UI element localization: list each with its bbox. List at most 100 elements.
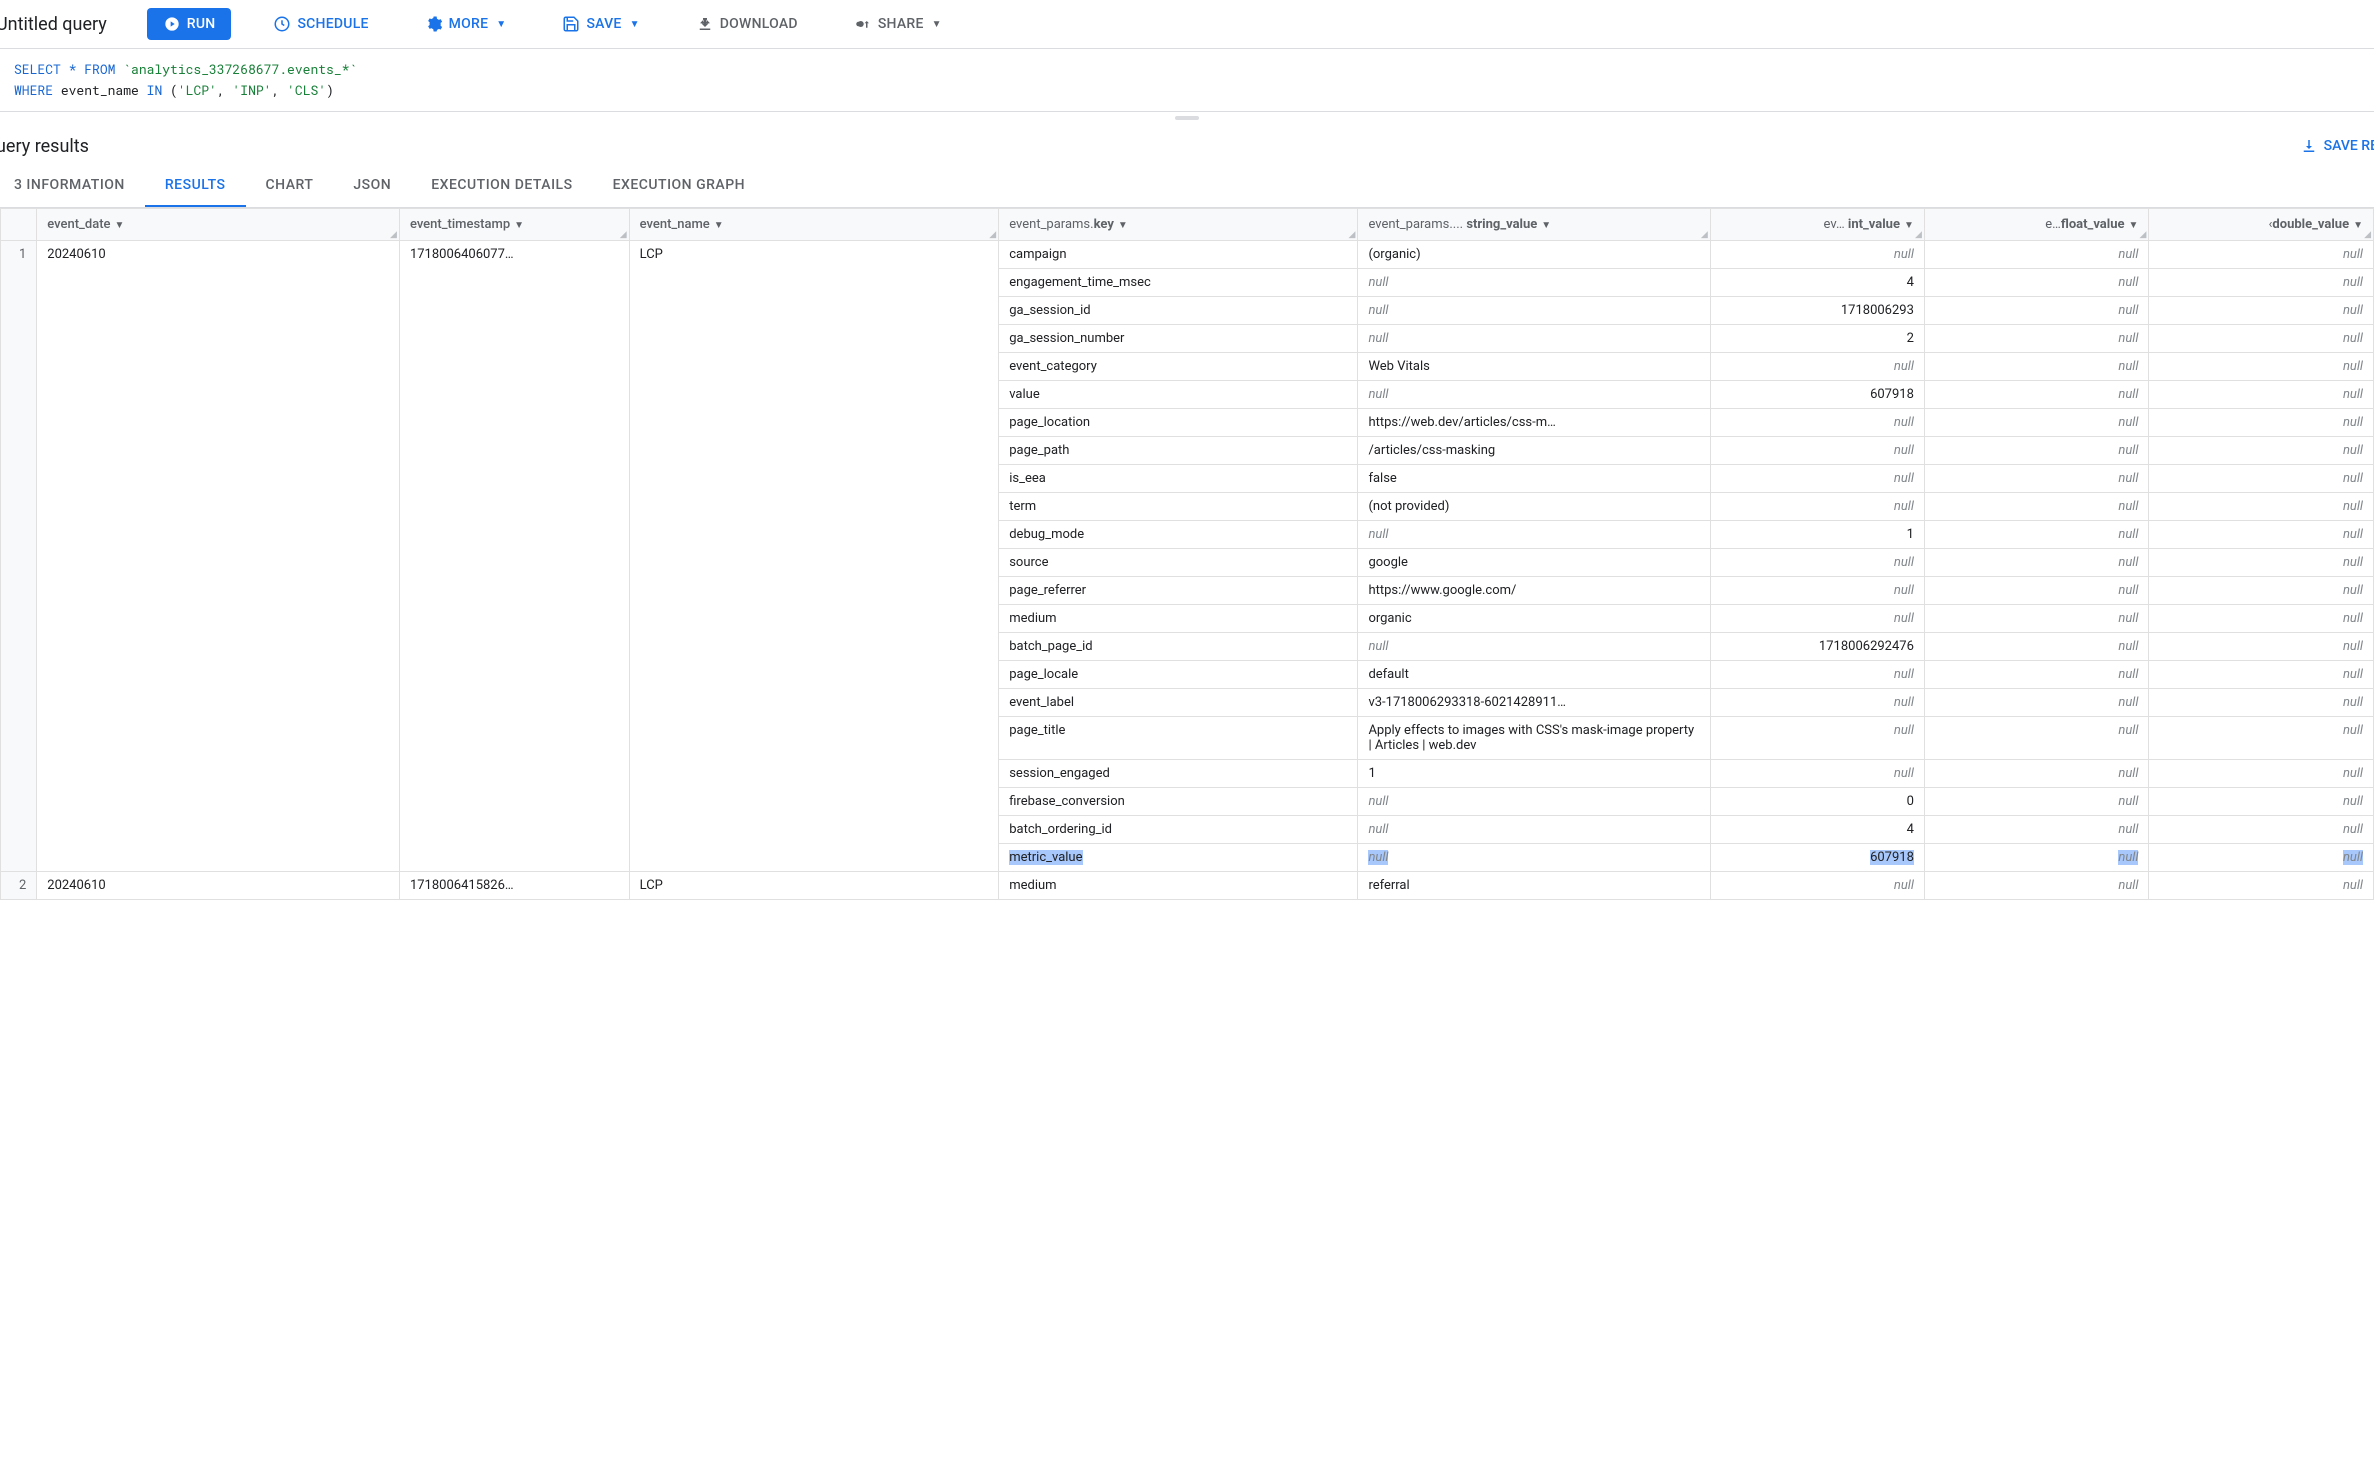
cell-float-value: null (1924, 632, 2149, 660)
cell-param-key: page_location (999, 408, 1358, 436)
cell-param-key: page_title (999, 716, 1358, 759)
tab-results[interactable]: RESULTS (145, 165, 246, 207)
save-button[interactable]: SAVE ▼ (548, 9, 653, 39)
cell-int-value: null (1710, 436, 1924, 464)
cell-float-value: null (1924, 716, 2149, 759)
cell-float-value: null (1924, 268, 2149, 296)
cell-float-value: null (1924, 240, 2149, 268)
cell-int-value: null (1710, 688, 1924, 716)
cell-double-value: null (2149, 464, 2374, 492)
cell-float-value: null (1924, 576, 2149, 604)
table-row[interactable]: 1202406101718006406077…LCPcampaign(organ… (1, 240, 2374, 268)
schedule-button[interactable]: SCHEDULE (259, 9, 382, 39)
cell-float-value: null (1924, 492, 2149, 520)
cell-string-value: referral (1358, 871, 1710, 899)
chevron-down-icon[interactable]: ▼ (1541, 220, 1551, 231)
cell-float-value: null (1924, 660, 2149, 688)
cell-param-key: ga_session_number (999, 324, 1358, 352)
cell-int-value: 4 (1710, 268, 1924, 296)
run-button[interactable]: RUN (147, 8, 232, 40)
tab-json[interactable]: JSON (333, 165, 411, 207)
chevron-down-icon[interactable]: ▼ (115, 220, 125, 231)
cell-string-value: v3-1718006293318-6021428911… (1358, 688, 1710, 716)
download-button[interactable]: DOWNLOAD (682, 9, 812, 39)
toolbar: Untitled query RUN SCHEDULE MORE ▼ SAVE … (0, 0, 2374, 49)
cell-float-value: null (1924, 352, 2149, 380)
cell-string-value: null (1358, 324, 1710, 352)
cell-param-key: batch_ordering_id (999, 815, 1358, 843)
cell-string-value: google (1358, 548, 1710, 576)
table-header-row: event_date▼◢ event_timestamp▼◢ event_nam… (1, 208, 2374, 240)
col-int-value[interactable]: ev… int_value▼◢ (1710, 208, 1924, 240)
tabs: 3 INFORMATIONRESULTSCHARTJSONEXECUTION D… (0, 165, 2374, 208)
cell-string-value: false (1358, 464, 1710, 492)
col-event-timestamp[interactable]: event_timestamp▼◢ (399, 208, 629, 240)
cell-param-key: metric_value (999, 843, 1358, 871)
cell-double-value: null (2149, 815, 2374, 843)
download-icon (2300, 137, 2318, 155)
col-event-name[interactable]: event_name▼◢ (629, 208, 999, 240)
clock-icon (273, 15, 291, 33)
chevron-down-icon[interactable]: ▼ (2353, 220, 2363, 231)
cell-event-timestamp: 1718006415826… (399, 871, 629, 899)
cell-float-value: null (1924, 324, 2149, 352)
cell-event-name: LCP (629, 871, 999, 899)
cell-event-name: LCP (629, 240, 999, 871)
cell-float-value: null (1924, 815, 2149, 843)
chevron-down-icon: ▼ (496, 19, 506, 30)
cell-string-value: (organic) (1358, 240, 1710, 268)
cell-event-date: 20240610 (37, 240, 400, 871)
chevron-down-icon[interactable]: ▼ (1118, 220, 1128, 231)
cell-string-value: null (1358, 268, 1710, 296)
chevron-down-icon[interactable]: ▼ (1904, 220, 1914, 231)
sql-editor[interactable]: SELECT * FROM `analytics_337268677.event… (0, 49, 2374, 112)
cell-float-value: null (1924, 604, 2149, 632)
cell-string-value: Apply effects to images with CSS's mask-… (1358, 716, 1710, 759)
chevron-down-icon[interactable]: ▼ (2129, 220, 2139, 231)
share-button[interactable]: SHARE ▼ (840, 9, 956, 39)
col-event-params-string[interactable]: event_params.... string_value▼◢ (1358, 208, 1710, 240)
cell-double-value: null (2149, 759, 2374, 787)
cell-param-key: debug_mode (999, 520, 1358, 548)
cell-param-key: page_referrer (999, 576, 1358, 604)
cell-int-value: 1 (1710, 520, 1924, 548)
col-row-num[interactable] (1, 208, 37, 240)
drag-handle[interactable] (0, 112, 2374, 124)
cell-string-value: 1 (1358, 759, 1710, 787)
cell-string-value: null (1358, 815, 1710, 843)
query-title: Untitled query (0, 14, 107, 35)
cell-string-value: /articles/css-masking (1358, 436, 1710, 464)
cell-float-value: null (1924, 520, 2149, 548)
tab-3-information[interactable]: 3 INFORMATION (0, 165, 145, 207)
cell-double-value: null (2149, 492, 2374, 520)
cell-float-value: null (1924, 296, 2149, 324)
tab-execution-graph[interactable]: EXECUTION GRAPH (593, 165, 766, 207)
col-event-params-key[interactable]: event_params.key▼◢ (999, 208, 1358, 240)
more-button[interactable]: MORE ▼ (411, 9, 521, 39)
col-double-value[interactable]: ‹double_value▼◢ (2149, 208, 2374, 240)
tab-chart[interactable]: CHART (246, 165, 334, 207)
col-float-value[interactable]: e…float_value▼◢ (1924, 208, 2149, 240)
cell-param-key: medium (999, 604, 1358, 632)
cell-string-value: organic (1358, 604, 1710, 632)
tab-execution-details[interactable]: EXECUTION DETAILS (411, 165, 592, 207)
cell-param-key: event_category (999, 352, 1358, 380)
results-table-wrap[interactable]: event_date▼◢ event_timestamp▼◢ event_nam… (0, 208, 2374, 900)
cell-event-date: 20240610 (37, 871, 400, 899)
cell-int-value: 607918 (1710, 380, 1924, 408)
cell-int-value: null (1710, 408, 1924, 436)
results-header: uery results SAVE RE (0, 124, 2374, 165)
chevron-down-icon[interactable]: ▼ (714, 220, 724, 231)
cell-param-key: source (999, 548, 1358, 576)
cell-float-value: null (1924, 843, 2149, 871)
cell-int-value: 4 (1710, 815, 1924, 843)
cell-int-value: 1718006292476 (1710, 632, 1924, 660)
cell-string-value: (not provided) (1358, 492, 1710, 520)
row-number: 2 (1, 871, 37, 899)
cell-int-value: null (1710, 492, 1924, 520)
col-event-date[interactable]: event_date▼◢ (37, 208, 400, 240)
cell-param-key: is_eea (999, 464, 1358, 492)
table-row[interactable]: 2202406101718006415826…LCPmediumreferral… (1, 871, 2374, 899)
save-results-button[interactable]: SAVE RE (2300, 137, 2374, 155)
chevron-down-icon[interactable]: ▼ (514, 220, 524, 231)
